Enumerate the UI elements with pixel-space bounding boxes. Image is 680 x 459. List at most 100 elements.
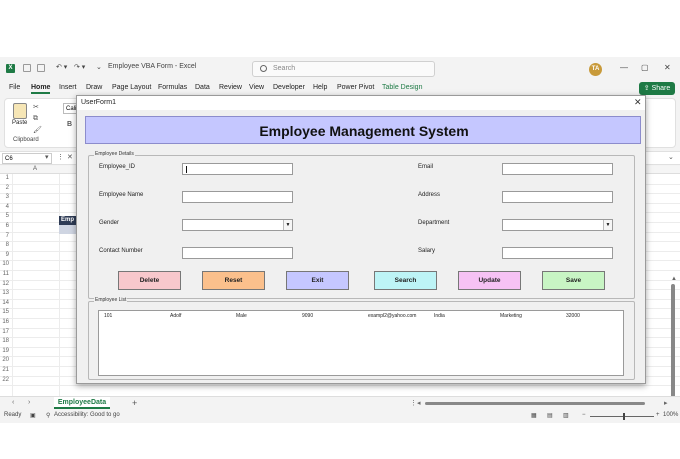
zoom-slider[interactable]	[590, 416, 654, 417]
cut-icon[interactable]: ✂	[33, 103, 39, 111]
prev-sheet-icon[interactable]: ‹	[12, 399, 14, 406]
redo-icon[interactable]: ↷ ▾	[74, 63, 85, 71]
tab-page-layout[interactable]: Page Layout	[112, 84, 151, 91]
row-header[interactable]: 9	[0, 252, 11, 258]
gender-select[interactable]: ▼	[182, 219, 293, 231]
row-header[interactable]: 19	[0, 348, 11, 354]
employee-listbox[interactable]: 101 Adolf Male 9090 exampl2@yahoo.com In…	[98, 310, 624, 376]
horizontal-scrollbar[interactable]	[425, 402, 645, 405]
page-break-view-icon[interactable]: ▥	[563, 412, 569, 419]
department-select[interactable]: ▼	[502, 219, 613, 231]
excel-window: X ↶ ▾ ↷ ▾ ⌄ Employee VBA Form - Excel Se…	[0, 57, 680, 423]
employee-id-input[interactable]	[182, 163, 293, 175]
chevron-down-icon[interactable]: ▼	[283, 220, 292, 230]
expand-formula-bar-icon[interactable]: ⌄	[668, 153, 674, 161]
row-header[interactable]: 14	[0, 300, 11, 306]
normal-view-icon[interactable]: ▦	[531, 412, 537, 419]
email-input[interactable]	[502, 163, 613, 175]
tab-help[interactable]: Help	[313, 84, 327, 91]
row-header[interactable]: 22	[0, 377, 11, 383]
row-header[interactable]: 8	[0, 242, 11, 248]
tab-developer[interactable]: Developer	[273, 84, 305, 91]
list-cell-salary: 32000	[566, 313, 580, 319]
column-header-a[interactable]: A	[33, 166, 37, 172]
row-header[interactable]: 11	[0, 271, 11, 277]
row-header[interactable]: 12	[0, 281, 11, 287]
list-item[interactable]: 101 Adolf Male 9090 exampl2@yahoo.com In…	[99, 313, 625, 321]
formula-more-icon[interactable]: ⋮	[57, 153, 64, 161]
salary-input[interactable]	[502, 247, 613, 259]
tab-draw[interactable]: Draw	[86, 84, 102, 91]
search-button[interactable]: Search	[374, 271, 437, 290]
reset-button[interactable]: Reset	[202, 271, 265, 290]
add-sheet-icon[interactable]: +	[132, 398, 137, 408]
copy-icon[interactable]: ⧉	[33, 115, 38, 123]
update-button[interactable]: Update	[458, 271, 521, 290]
exit-button[interactable]: Exit	[286, 271, 349, 290]
tab-table-design[interactable]: Table Design	[382, 84, 422, 91]
tab-home[interactable]: Home	[31, 84, 51, 94]
user-avatar[interactable]: TA	[589, 63, 602, 76]
page-layout-view-icon[interactable]: ▤	[547, 412, 553, 419]
name-box-dropdown-icon[interactable]: ▾	[45, 153, 49, 161]
autosave-icon[interactable]	[23, 64, 31, 72]
scroll-up-icon[interactable]: ▲	[671, 276, 677, 282]
zoom-slider-thumb[interactable]	[623, 413, 625, 420]
zoom-level[interactable]: 100%	[663, 412, 678, 418]
search-box[interactable]: Search	[252, 61, 435, 77]
row-header[interactable]: 21	[0, 367, 11, 373]
row-header[interactable]: 10	[0, 261, 11, 267]
userform-titlebar: UserForm1 ✕	[77, 96, 645, 110]
close-window-icon[interactable]: ✕	[664, 63, 671, 72]
row-header[interactable]: 13	[0, 290, 11, 296]
save-icon[interactable]	[37, 64, 45, 72]
employee-name-input[interactable]	[182, 191, 293, 203]
scroll-right-icon[interactable]: ▸	[664, 399, 668, 407]
row-header[interactable]: 18	[0, 338, 11, 344]
row-header[interactable]: 15	[0, 309, 11, 315]
minimize-icon[interactable]: —	[620, 63, 628, 72]
tab-view[interactable]: View	[249, 84, 264, 91]
tab-formulas[interactable]: Formulas	[158, 84, 187, 91]
row-header[interactable]: 7	[0, 233, 11, 239]
undo-icon[interactable]: ↶ ▾	[56, 63, 67, 71]
zoom-in-icon[interactable]: +	[656, 412, 660, 418]
row-header[interactable]: 6	[0, 223, 11, 229]
row-header[interactable]: 16	[0, 319, 11, 325]
sheet-tab-employeedata[interactable]: EmployeeData	[54, 397, 110, 409]
row-header[interactable]: 4	[0, 204, 11, 210]
text-caret	[186, 166, 187, 173]
bold-icon[interactable]: B	[67, 121, 72, 128]
save-button[interactable]: Save	[542, 271, 605, 290]
tab-file[interactable]: File	[9, 84, 20, 91]
delete-button[interactable]: Delete	[118, 271, 181, 290]
tab-review[interactable]: Review	[219, 84, 242, 91]
close-icon[interactable]: ✕	[634, 97, 642, 108]
row-header[interactable]: 1	[0, 175, 11, 181]
macro-record-icon[interactable]: ▣	[30, 412, 36, 419]
accessibility-icon[interactable]: ⚲	[46, 412, 50, 419]
address-input[interactable]	[502, 191, 613, 203]
address-label: Address	[418, 192, 441, 198]
zoom-out-icon[interactable]: −	[582, 412, 586, 418]
next-sheet-icon[interactable]: ›	[28, 399, 30, 406]
paste-icon[interactable]	[13, 103, 27, 119]
row-header[interactable]: 2	[0, 185, 11, 191]
tab-insert[interactable]: Insert	[59, 84, 77, 91]
contact-number-input[interactable]	[182, 247, 293, 259]
row-header[interactable]: 5	[0, 213, 11, 219]
customize-qat-icon[interactable]: ⌄	[96, 63, 102, 71]
tab-power-pivot[interactable]: Power Pivot	[337, 84, 374, 91]
chevron-down-icon[interactable]: ▼	[603, 220, 612, 230]
row-header[interactable]: 17	[0, 329, 11, 335]
tab-data[interactable]: Data	[195, 84, 210, 91]
format-painter-icon[interactable]: 🖌	[33, 126, 42, 134]
scroll-left-icon[interactable]: ◂	[417, 399, 421, 407]
tab-split-icon[interactable]: ⋮	[410, 399, 417, 407]
cancel-formula-icon[interactable]: ✕	[67, 153, 73, 161]
row-header[interactable]: 3	[0, 194, 11, 200]
share-button[interactable]: ⇪ Share	[639, 82, 675, 95]
row-header[interactable]: 20	[0, 357, 11, 363]
restore-icon[interactable]: ▢	[641, 63, 649, 72]
accessibility-status[interactable]: Accessibility: Good to go	[54, 412, 120, 418]
